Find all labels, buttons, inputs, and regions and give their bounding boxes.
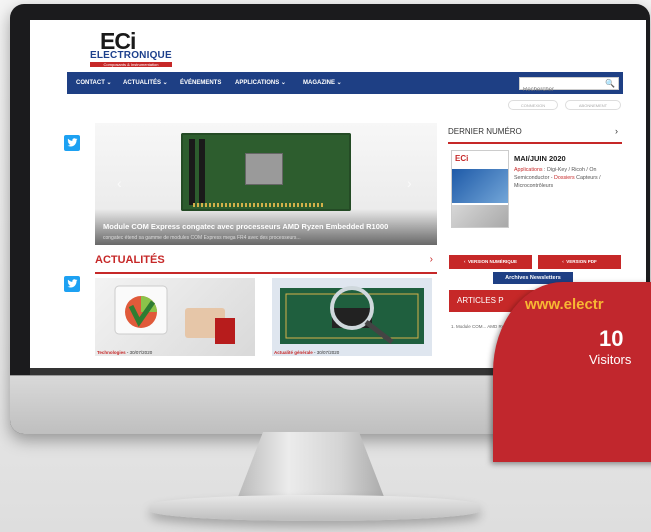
news-card[interactable]: Technologies - 30/07/2020 [95,278,255,356]
twitter-bird-icon [66,138,78,147]
site-logo[interactable]: ECi ELECTRONIQUE Composants & Instrument… [70,28,210,68]
badge-visitors-label: Visitors [589,352,632,367]
version-numerique-button[interactable]: ‹ VERSION NUMÉRIQUE [449,255,532,269]
version-pdf-button[interactable]: ‹ VERSION PDF [538,255,621,269]
magazine-cover[interactable]: ECi [451,150,509,228]
hero-subtitle: congatec étend sa gamme de modules COM E… [103,235,301,241]
search-icon[interactable]: 🔍 [605,79,615,88]
com-express-board-image [181,133,351,211]
news-card-image [114,285,235,344]
nav-item-actualites[interactable]: ACTUALITÉS ⌄ [123,72,168,94]
dernier-numero-header: DERNIER NUMÉRO › [448,124,622,144]
visitors-badge: www.electr 10 Visitors [493,282,651,462]
dernier-numero-title[interactable]: DERNIER NUMÉRO [448,127,522,136]
monitor-stand [236,432,386,502]
slider-prev-icon[interactable]: ‹ [117,175,122,191]
news-card-image [280,286,424,344]
chevron-right-icon[interactable]: › [615,126,618,136]
twitter-bird-icon [66,279,78,288]
news-card-meta: Actualité générale - 30/07/2020 [274,350,340,355]
twitter-icon[interactable] [64,135,80,151]
search-input[interactable] [520,84,601,96]
abonnement-button[interactable]: ABONNEMENT [565,100,621,110]
twitter-icon[interactable] [64,276,80,292]
search-box[interactable]: 🔍 [519,77,619,96]
hero-slider[interactable]: ‹ › Module COM Express congatec avec pro… [95,123,437,245]
chevron-right-icon[interactable]: › [430,254,433,265]
actualites-title[interactable]: ACTUALITÉS [95,254,165,266]
badge-visitor-count: 10 [599,326,624,351]
nav-item-evenements[interactable]: ÉVÉNEMENTS [180,72,221,94]
issue-title[interactable]: MAI/JUIN 2020 [514,154,566,163]
issue-summary: Applications : Digi-Key / Ricoh / On Sem… [514,167,601,189]
nav-item-contact[interactable]: CONTACT ⌄ [76,72,112,94]
connexion-button[interactable]: CONNEXION [508,100,558,110]
badge-url: www.electr [525,296,604,313]
nav-item-magazine[interactable]: MAGAZINE ⌄ [303,72,342,94]
hero-title[interactable]: Module COM Express congatec avec process… [103,222,388,231]
logo-tagline: Composants & Instrumentation [103,62,159,67]
magazine-logo-mark: ECi [455,154,469,163]
monitor-stand-base [150,495,480,521]
nav-item-applications[interactable]: APPLICATIONS ⌄ [235,72,286,94]
actualites-section-header: ACTUALITÉS › [95,250,437,274]
slider-next-icon[interactable]: › [407,175,412,191]
main-navbar: CONTACT ⌄ ACTUALITÉS ⌄ ÉVÉNEMENTS APPLIC… [67,72,623,96]
news-card-meta: Technologies - 30/07/2020 [97,350,153,355]
news-card[interactable]: Actualité générale - 30/07/2020 [272,278,432,356]
